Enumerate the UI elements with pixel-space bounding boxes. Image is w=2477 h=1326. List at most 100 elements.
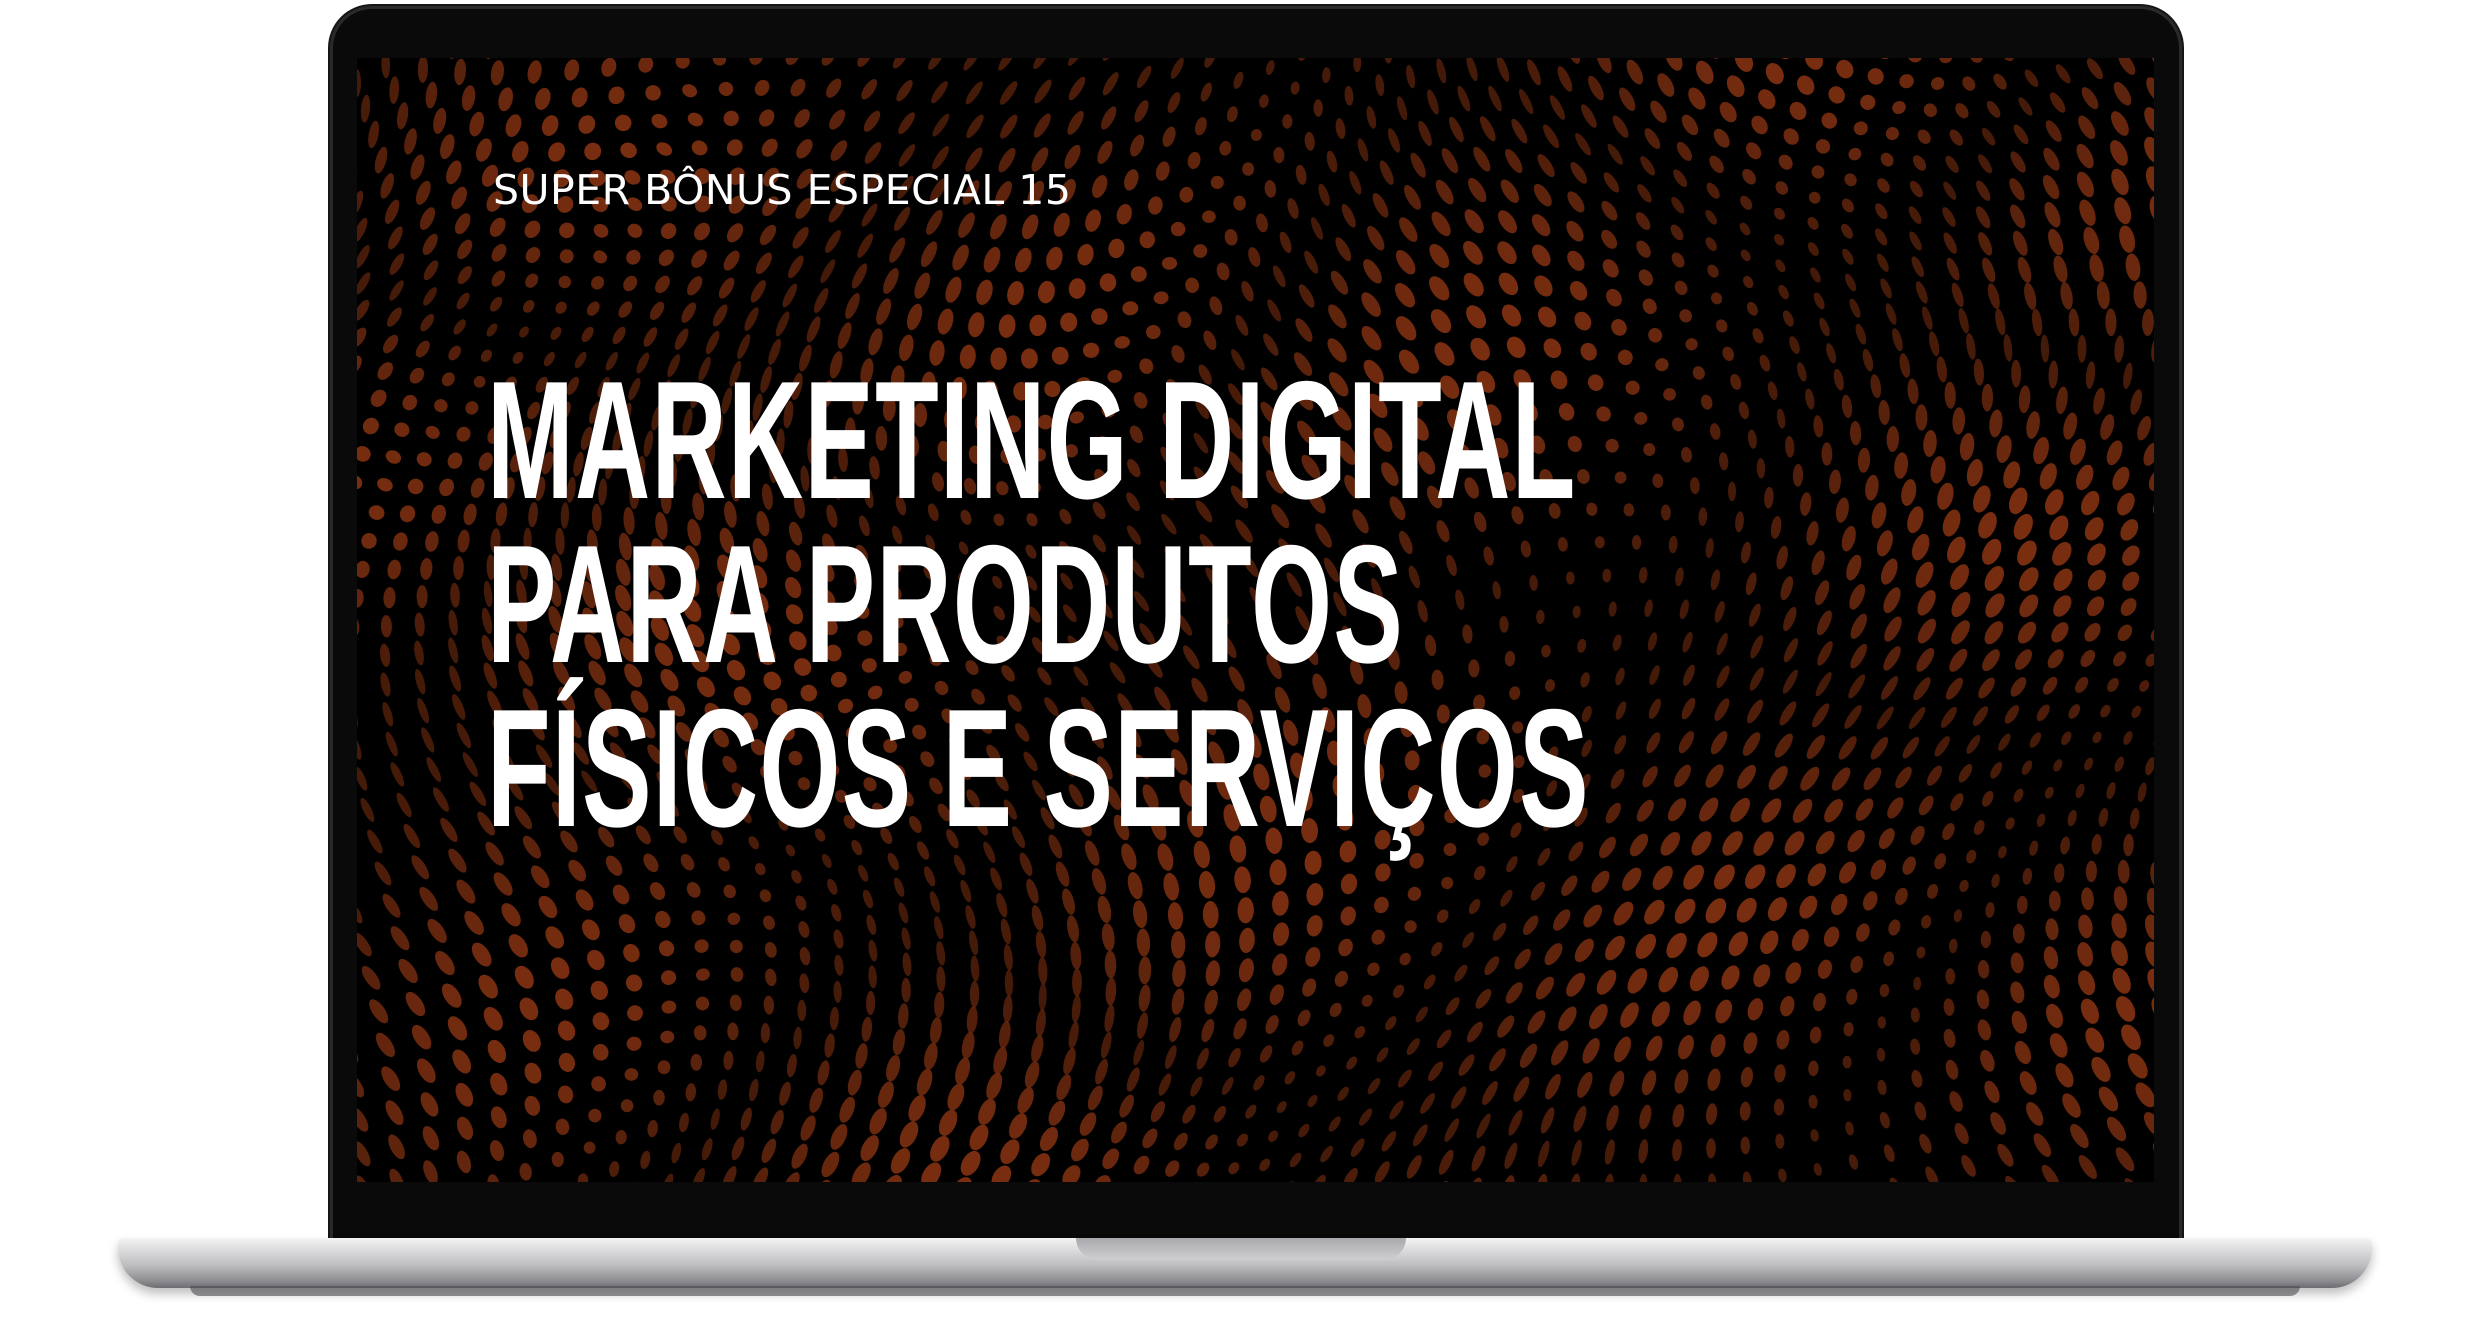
pattern-dot [1715,999,1733,1024]
pattern-dot [1130,134,1145,157]
pattern-dot [2077,334,2087,363]
pattern-dot [1949,129,1963,146]
pattern-dot [1349,170,1362,195]
pattern-dot [2093,387,2105,415]
pattern-dot [380,615,392,638]
pattern-dot [1799,895,1818,919]
pattern-dot [1740,1066,1754,1088]
pattern-dot [1000,918,1012,945]
pattern-dot [1116,203,1132,225]
pattern-dot [1670,224,1684,241]
pattern-dot [1533,183,1552,207]
pattern-dot [1194,117,1207,136]
pattern-dot [1685,338,1698,351]
pattern-dot [455,1082,474,1107]
pattern-dot [1984,621,2004,645]
pattern-dot [2085,1027,2105,1053]
pattern-dot [2098,808,2109,827]
pattern-dot [1567,250,1585,271]
pattern-dot [847,1069,862,1096]
pattern-dot [1681,114,1699,136]
pattern-dot [1430,309,1452,334]
pattern-dot [1966,849,1977,864]
pattern-dot [530,865,550,889]
pattern-dot [1671,252,1685,268]
pattern-dot [490,1072,508,1096]
pattern-dot [2052,541,2072,566]
pattern-dot [2081,87,2099,110]
pattern-dot [1412,1124,1428,1147]
pattern-dot [936,941,946,966]
pattern-dot [1204,989,1219,1015]
pattern-dot [2070,1123,2089,1149]
pattern-dot [1379,160,1394,185]
pattern-dot [1672,1104,1685,1128]
pattern-dot [1867,68,1884,85]
pattern-dot [1205,930,1221,958]
pattern-dot [1404,920,1417,933]
pattern-dot [1530,881,1546,901]
pattern-dot [1775,259,1786,273]
pattern-dot [2150,627,2154,642]
pattern-dot [2083,226,2100,255]
pattern-dot [2009,487,2028,515]
pattern-dot [2001,58,2015,62]
pattern-dot [1272,265,1286,288]
pattern-dot [1775,1133,1785,1149]
pattern-dot [1497,1015,1515,1038]
pattern-dot [591,1076,606,1092]
pattern-dot [478,974,498,999]
pattern-dot [374,861,392,886]
pattern-dot [1454,964,1468,982]
pattern-dot [1484,956,1500,976]
pattern-dot [1259,1158,1271,1172]
pattern-dot [729,994,742,1011]
pattern-dot [1367,1078,1381,1095]
pattern-dot [559,249,574,264]
pattern-dot [361,533,377,549]
pattern-dot [1007,281,1024,306]
pattern-dot [432,787,449,812]
pattern-dot [578,115,596,134]
pattern-dot [448,848,467,873]
pattern-dot [901,977,911,1003]
pattern-dot [1462,932,1475,948]
pattern-dot [1783,128,1799,145]
pattern-dot [2060,836,2070,855]
pattern-dot [785,58,800,65]
pattern-dot [451,186,467,210]
pattern-dot [527,60,542,84]
pattern-dot [1619,87,1636,111]
pattern-dot [2022,868,2033,885]
pattern-dot [1570,162,1587,184]
pattern-dot [2152,495,2154,517]
pattern-dot [1068,1021,1079,1049]
pattern-dot [860,1135,879,1162]
pattern-dot [1557,66,1573,92]
pattern-dot [1995,308,2006,336]
pattern-dot [1276,1101,1287,1114]
pattern-dot [1100,1031,1112,1059]
pattern-dot [1177,311,1192,329]
pattern-dot [1335,237,1352,262]
pattern-dot [1101,923,1115,952]
pattern-dot [2010,151,2026,173]
pattern-dot [1991,873,2000,888]
pattern-dot [2041,1164,2060,1182]
pattern-dot [1574,938,1594,963]
pattern-dot [694,939,709,953]
pattern-dot [1982,257,1996,283]
pattern-dot [710,1108,720,1130]
pattern-dot [1808,1094,1818,1109]
pattern-dot [1588,75,1604,101]
pattern-dot [414,669,426,695]
pattern-dot [2019,594,2039,618]
pattern-dot [1855,323,1867,345]
pattern-dot [1747,998,1764,1021]
pattern-dot [686,882,701,898]
pattern-dot [1709,155,1724,174]
pattern-dot [614,114,632,132]
pattern-dot [2110,111,2129,136]
pattern-dot [1133,1039,1145,1066]
pattern-dot [1951,282,1964,308]
